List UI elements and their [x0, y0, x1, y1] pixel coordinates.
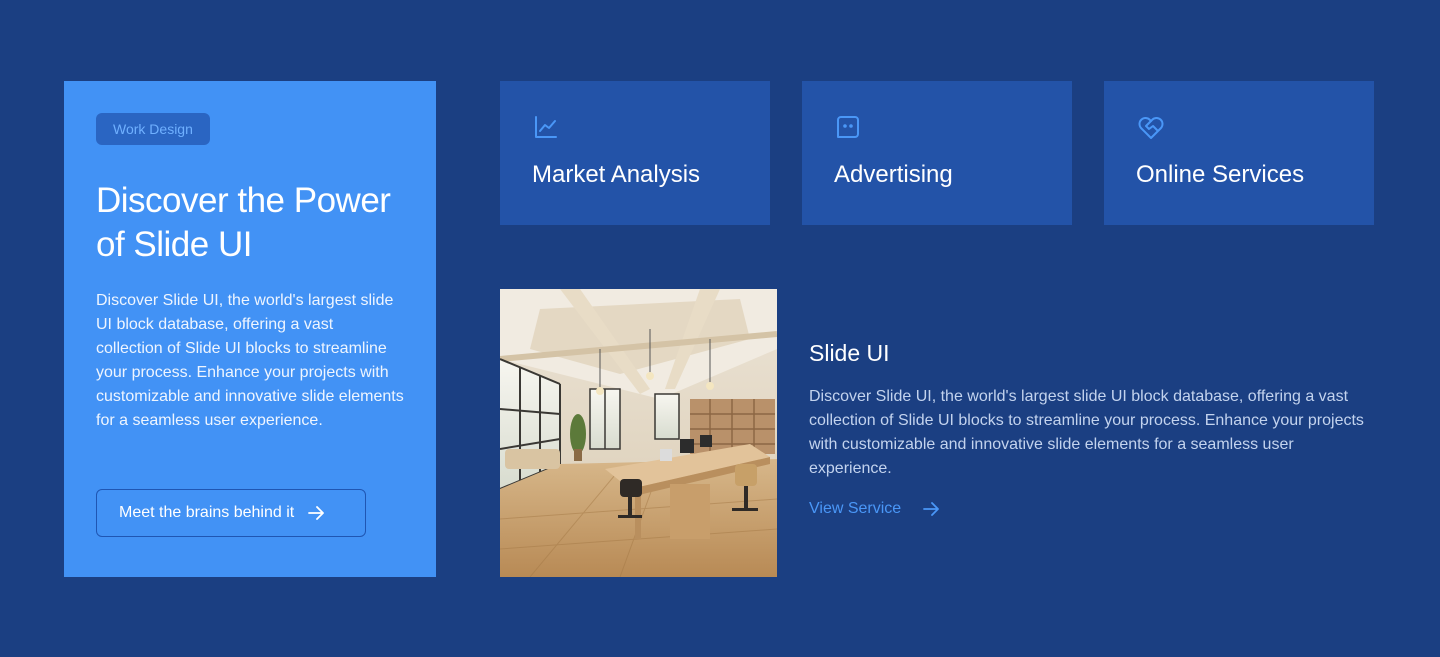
- feature-title: Slide UI: [809, 340, 890, 366]
- service-card-online-services[interactable]: Online Services: [1104, 81, 1374, 225]
- service-card-advertising[interactable]: Advertising: [802, 81, 1072, 225]
- hero-card: Work Design Discover the Power of Slide …: [64, 81, 436, 577]
- view-service-label: View Service: [809, 500, 902, 517]
- hero-title: Discover the Power of Slide UI: [96, 181, 391, 264]
- meet-team-button-label: Meet the brains behind it: [119, 504, 295, 521]
- feature-section: Slide UI Discover Slide UI, the world's …: [809, 340, 1379, 519]
- service-label: Advertising: [834, 161, 953, 188]
- office-photo: [500, 289, 777, 577]
- category-badge: Work Design: [96, 113, 210, 145]
- chat-face-icon: [834, 113, 862, 141]
- arrow-right-icon: [921, 499, 941, 519]
- feature-description: Discover Slide UI, the world's largest s…: [809, 388, 1364, 477]
- meet-team-button[interactable]: Meet the brains behind it: [96, 489, 366, 537]
- view-service-link[interactable]: View Service: [809, 499, 1379, 519]
- heart-handshake-icon: [1136, 113, 1164, 141]
- service-label: Online Services: [1136, 161, 1305, 188]
- service-card-market-analysis[interactable]: Market Analysis: [500, 81, 770, 225]
- arrow-right-icon: [306, 503, 326, 523]
- service-label: Market Analysis: [532, 161, 701, 188]
- line-chart-icon: [532, 113, 560, 141]
- hero-description: Discover Slide UI, the world's largest s…: [96, 292, 404, 429]
